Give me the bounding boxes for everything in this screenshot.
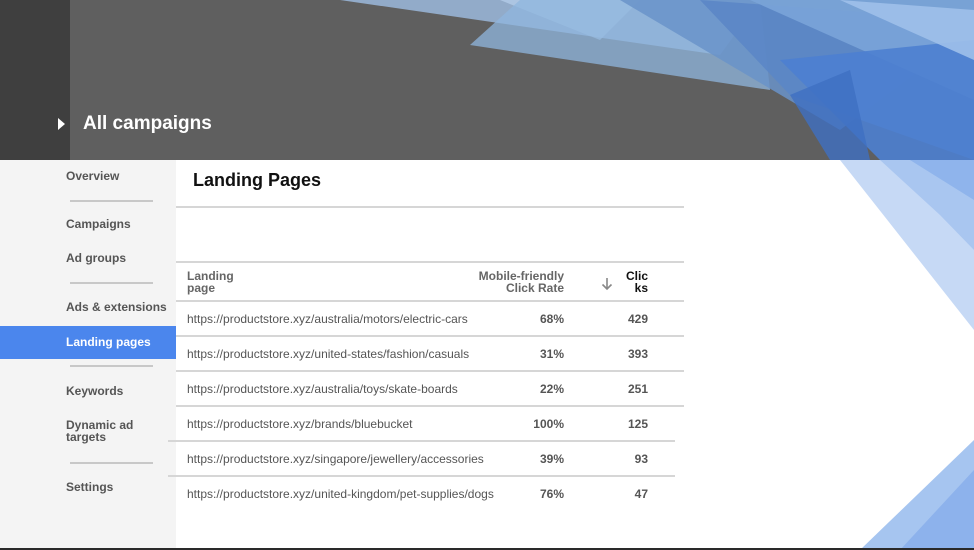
sidebar-item-ads-extensions[interactable]: Ads & extensions <box>0 293 176 323</box>
landing-page-url: https://productstore.xyz/australia/toys/… <box>187 382 458 396</box>
mobile-click-rate: 68% <box>539 312 564 326</box>
clicks-value: 125 <box>627 417 648 431</box>
arrow-down-icon[interactable] <box>601 277 613 291</box>
table-row[interactable]: https://productstore.xyz/united-kingdom/… <box>176 477 684 512</box>
sidebar-nav: Overview Campaigns Ad groups Ads & exten… <box>0 160 176 550</box>
sidebar-divider <box>70 365 153 367</box>
clicks-value: 429 <box>627 312 648 326</box>
page-header-title: All campaigns <box>83 113 212 134</box>
table-top-border <box>176 261 684 263</box>
sidebar-item-label: Ad groups <box>66 251 126 265</box>
sidebar-divider <box>70 462 153 464</box>
mobile-click-rate: 22% <box>539 382 564 396</box>
sidebar-divider <box>70 200 153 202</box>
header-rail <box>0 0 70 160</box>
clicks-value: 93 <box>634 452 648 466</box>
sidebar-item-label: Keywords <box>66 384 124 398</box>
sidebar-divider <box>70 282 153 284</box>
mobile-click-rate: 31% <box>539 347 564 361</box>
sidebar-item-label: Settings <box>66 480 114 494</box>
clicks-value: 393 <box>627 347 648 361</box>
sidebar-item-campaigns[interactable]: Campaigns <box>0 210 176 240</box>
landing-page-url: https://productstore.xyz/australia/motor… <box>187 312 468 326</box>
sidebar-item-settings[interactable]: Settings <box>0 474 176 504</box>
caret-right-icon[interactable] <box>54 116 68 132</box>
sidebar-item-label: Landing pages <box>66 335 151 349</box>
column-header-landing-page[interactable]: Landing page <box>187 270 239 294</box>
table-row[interactable]: https://productstore.xyz/australia/toys/… <box>176 372 684 407</box>
column-header-mobile-click-rate[interactable]: Mobile-friendly Click Rate <box>476 270 564 294</box>
page-header <box>0 0 974 160</box>
table-row[interactable]: https://productstore.xyz/singapore/jewel… <box>176 442 684 477</box>
mobile-click-rate: 76% <box>539 487 564 501</box>
landing-page-url: https://productstore.xyz/united-kingdom/… <box>187 487 494 501</box>
clicks-value: 251 <box>627 382 648 396</box>
table-row[interactable]: https://productstore.xyz/brands/bluebuck… <box>176 407 684 442</box>
sidebar-item-label: Overview <box>66 169 120 183</box>
mobile-click-rate: 39% <box>539 452 564 466</box>
table-row[interactable]: https://productstore.xyz/united-states/f… <box>176 337 684 372</box>
sidebar-item-label: Campaigns <box>66 217 131 231</box>
sidebar-item-landing-pages[interactable]: Landing pages <box>0 326 176 359</box>
mobile-click-rate: 100% <box>533 417 564 431</box>
table-row[interactable]: https://productstore.xyz/australia/motor… <box>176 302 684 337</box>
page-title: Landing Pages <box>193 170 322 190</box>
main-content: Landing Pages Landing page Mobile-friend… <box>168 160 684 550</box>
sidebar-item-label: Dynamic ad targets <box>66 418 134 444</box>
column-header-clicks[interactable]: Clicks <box>620 270 648 294</box>
title-divider <box>176 206 684 208</box>
sidebar-item-overview[interactable]: Overview <box>0 160 176 193</box>
sidebar-item-keywords[interactable]: Keywords <box>0 378 176 408</box>
sidebar-item-ad-groups[interactable]: Ad groups <box>0 244 176 274</box>
clicks-value: 47 <box>634 487 648 501</box>
sidebar-item-dynamic-ad-targets[interactable]: Dynamic ad targets <box>0 414 176 450</box>
sidebar-item-label: Ads & extensions <box>66 300 167 314</box>
landing-page-url: https://productstore.xyz/singapore/jewel… <box>187 452 484 466</box>
landing-page-url: https://productstore.xyz/united-states/f… <box>187 347 470 361</box>
landing-page-url: https://productstore.xyz/brands/bluebuck… <box>187 417 413 431</box>
